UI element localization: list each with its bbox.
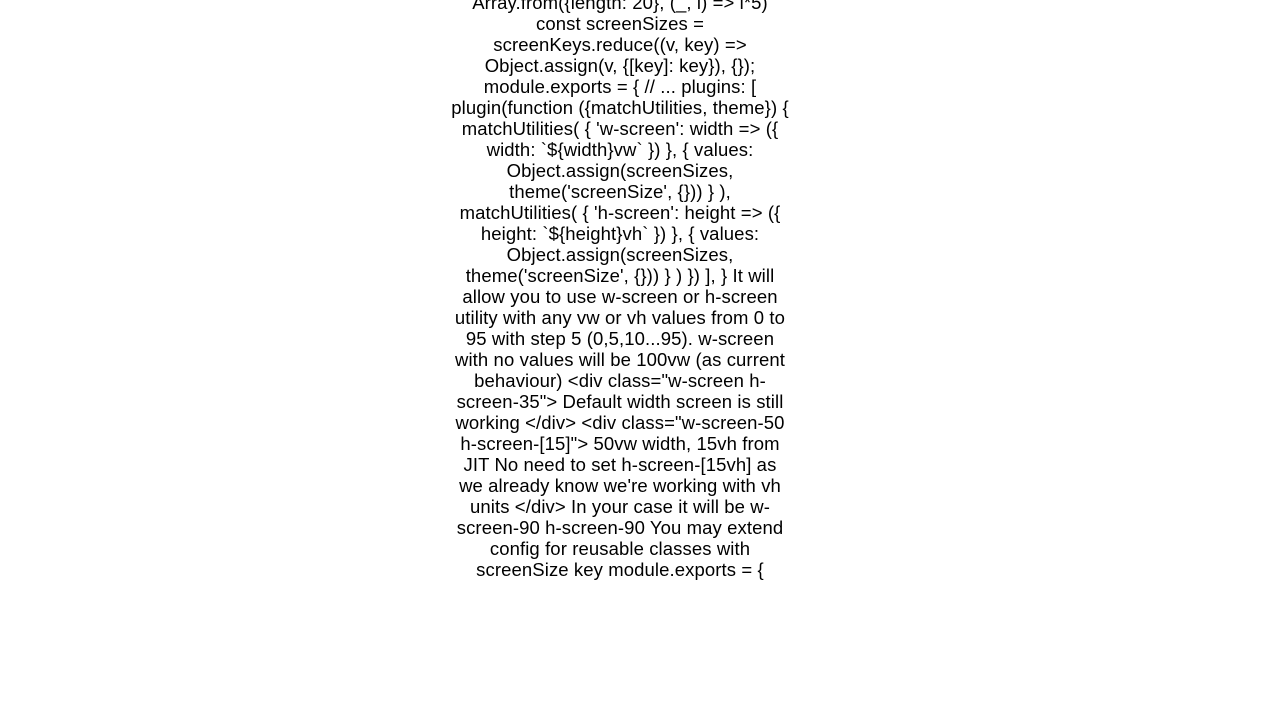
document-body-text: Array.from({length: 20}, (_, i) => i*5) …: [450, 0, 790, 580]
